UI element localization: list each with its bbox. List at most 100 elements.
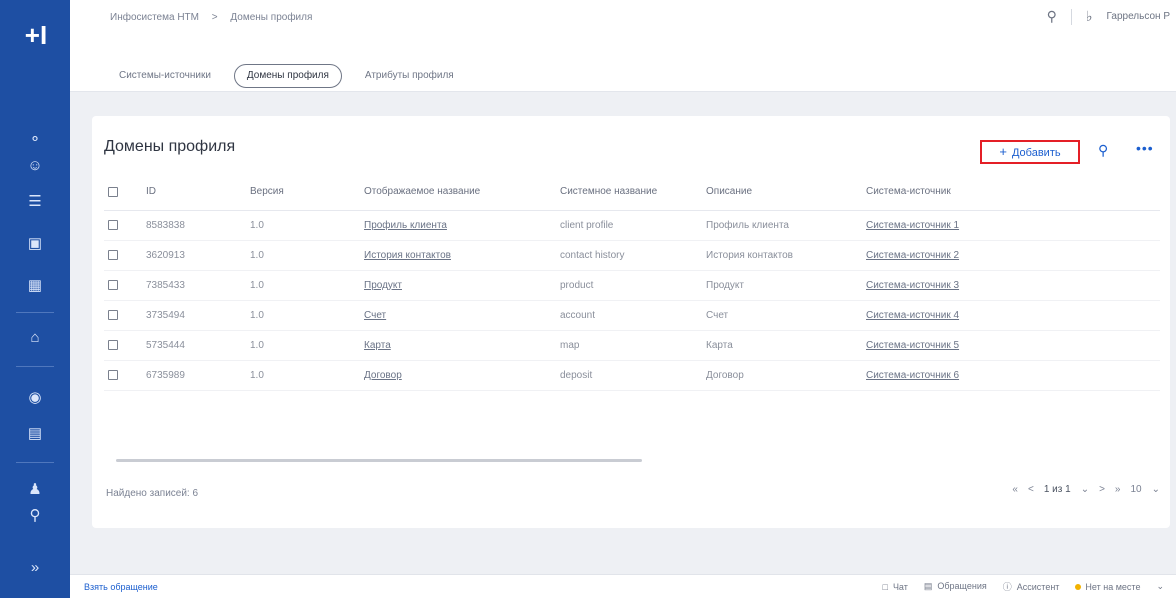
last-page-icon[interactable]: »	[1115, 484, 1121, 495]
bottom-bar-actions: □ Чат ▤ Обращения ⓘ Ассистент Нет на месте …	[883, 580, 1165, 593]
page-range: 1 из 1	[1043, 484, 1071, 495]
cell-description: Карта	[702, 330, 862, 361]
select-all-checkbox[interactable]	[108, 186, 118, 197]
row-checkbox[interactable]	[108, 339, 118, 350]
top-bar-actions: ⚲ ♭ Гаррельсон Р	[1047, 8, 1170, 25]
add-button[interactable]: + Добавить	[980, 140, 1080, 164]
table-header-row: ID Версия Отображаемое название Системно…	[104, 174, 1160, 211]
row-checkbox[interactable]	[108, 309, 118, 320]
top-bar: Инфосистема НТМ > Домены профиля ⚲ ♭ Гар…	[70, 0, 1176, 92]
row-checkbox[interactable]	[108, 369, 118, 380]
cell-display-name-link[interactable]: Профиль клиента	[360, 210, 556, 241]
table-row[interactable]: 3735494 1.0 Счет account Счет Система-ис…	[104, 300, 1160, 331]
cell-description: История контактов	[702, 240, 862, 271]
appeals-button[interactable]: ▤ Обращения	[924, 581, 987, 592]
row-select-cell	[104, 270, 142, 301]
table-row[interactable]: 7385433 1.0 Продукт product Продукт Сист…	[104, 270, 1160, 301]
column-header-description[interactable]: Описание	[702, 174, 862, 211]
main-card: Домены профиля + Добавить ⚲ ••• ID Версия…	[92, 116, 1170, 528]
breadcrumb-separator: >	[211, 12, 218, 23]
expand-icon[interactable]: »	[22, 556, 48, 580]
search-icon[interactable]: ⚲	[1047, 8, 1057, 25]
status-dot	[1075, 583, 1082, 590]
bell-icon[interactable]: ♭	[1086, 8, 1093, 25]
list-icon[interactable]: ☰	[22, 190, 48, 214]
column-header-source-system[interactable]: Система-источник	[862, 174, 1160, 211]
cell-source-link[interactable]: Система-источник 3	[862, 270, 1160, 301]
next-page-icon[interactable]: >	[1099, 484, 1105, 495]
app-logo[interactable]: +I	[14, 20, 58, 50]
page-title: Домены профиля	[104, 138, 236, 155]
row-checkbox[interactable]	[108, 249, 118, 260]
cell-display-name-link[interactable]: Договор	[360, 360, 556, 391]
row-select-cell	[104, 210, 142, 241]
cell-version: 1.0	[246, 360, 360, 391]
cell-display-name-link[interactable]: Карта	[360, 330, 556, 361]
prev-page-icon[interactable]: <	[1028, 484, 1034, 495]
left-rail: +I ⚬ ☺ ☰ ▣ ▦ ⌂ ◉ ▤ ♟ ⚲ »	[0, 0, 70, 598]
status-select[interactable]: Нет на месте	[1075, 582, 1140, 592]
row-checkbox[interactable]	[108, 219, 118, 230]
tab-bar: Системы-источники Домены профиля Атрибут…	[106, 64, 467, 88]
cell-id: 3620913	[142, 240, 246, 271]
persons-icon[interactable]: ♟	[22, 478, 48, 502]
cell-source-link[interactable]: Система-источник 6	[862, 360, 1160, 391]
globe-icon[interactable]: ◉	[22, 386, 48, 410]
user-name[interactable]: Гаррельсон Р	[1107, 11, 1170, 22]
card-icon[interactable]: ▦	[22, 274, 48, 298]
horizontal-scrollbar[interactable]	[116, 459, 642, 462]
cell-system-name: contact history	[556, 240, 702, 271]
home-icon[interactable]: ⌂	[22, 326, 48, 350]
cell-source-link[interactable]: Система-источник 5	[862, 330, 1160, 361]
cell-source-link[interactable]: Система-источник 2	[862, 240, 1160, 271]
more-options-icon[interactable]: •••	[1136, 141, 1156, 158]
cell-source-link[interactable]: Система-источник 4	[862, 300, 1160, 331]
row-select-cell	[104, 240, 142, 271]
cell-display-name-link[interactable]: История контактов	[360, 240, 556, 271]
status-chevron-icon[interactable]: ⌄	[1156, 581, 1164, 592]
cell-source-link[interactable]: Система-источник 1	[862, 210, 1160, 241]
user-add-icon[interactable]: ⚬	[22, 128, 48, 152]
tab-source-systems[interactable]: Системы-источники	[106, 64, 224, 88]
cell-id: 8583838	[142, 210, 246, 241]
chat-button[interactable]: □ Чат	[883, 582, 908, 592]
column-header-system-name[interactable]: Системное название	[556, 174, 702, 211]
pagination: « < 1 из 1 ⌄ > » 10 ⌄	[1012, 484, 1160, 495]
cell-display-name-link[interactable]: Продукт	[360, 270, 556, 301]
cell-description: Счет	[702, 300, 862, 331]
tab-profile-domains[interactable]: Домены профиля	[233, 64, 342, 88]
tab-profile-attributes[interactable]: Атрибуты профиля	[352, 64, 467, 88]
row-checkbox[interactable]	[108, 279, 118, 290]
assistant-button[interactable]: ⓘ Ассистент	[1003, 580, 1060, 593]
table-search-icon[interactable]: ⚲	[1098, 142, 1114, 158]
table-row[interactable]: 6735989 1.0 Договор deposit Договор Сист…	[104, 360, 1160, 391]
breadcrumb-root[interactable]: Инфосистема НТМ	[110, 12, 199, 23]
key-icon[interactable]: ⚲	[22, 504, 48, 528]
cell-system-name: client profile	[556, 210, 702, 241]
cell-version: 1.0	[246, 240, 360, 271]
cell-system-name: map	[556, 330, 702, 361]
assistant-label: Ассистент	[1016, 582, 1060, 592]
folder-icon[interactable]: ▣	[22, 232, 48, 256]
take-appeal-link[interactable]: Взять обращение	[84, 582, 158, 592]
column-header-display-name[interactable]: Отображаемое название	[360, 174, 556, 211]
table-row[interactable]: 8583838 1.0 Профиль клиента client profi…	[104, 210, 1160, 241]
first-page-icon[interactable]: «	[1012, 484, 1018, 495]
cell-version: 1.0	[246, 270, 360, 301]
users-icon[interactable]: ☺	[22, 154, 48, 178]
cell-display-name-link[interactable]: Счет	[360, 300, 556, 331]
help-icon: ⓘ	[1002, 582, 1012, 592]
plus-icon: +	[999, 144, 1007, 159]
per-page-select[interactable]: 10	[1130, 484, 1141, 495]
cell-version: 1.0	[246, 210, 360, 241]
document-icon[interactable]: ▤	[22, 422, 48, 446]
status-label: Нет на месте	[1085, 581, 1141, 592]
table-row[interactable]: 3620913 1.0 История контактов contact hi…	[104, 240, 1160, 271]
domains-table: ID Версия Отображаемое название Системно…	[104, 174, 1160, 391]
table-row[interactable]: 5735444 1.0 Карта map Карта Система-исто…	[104, 330, 1160, 361]
column-header-version[interactable]: Версия	[246, 174, 360, 211]
per-page-chevron-icon[interactable]: ⌄	[1152, 484, 1160, 495]
column-header-id[interactable]: ID	[142, 174, 246, 211]
chat-icon: □	[882, 581, 888, 592]
page-select-chevron-icon[interactable]: ⌄	[1081, 484, 1089, 495]
